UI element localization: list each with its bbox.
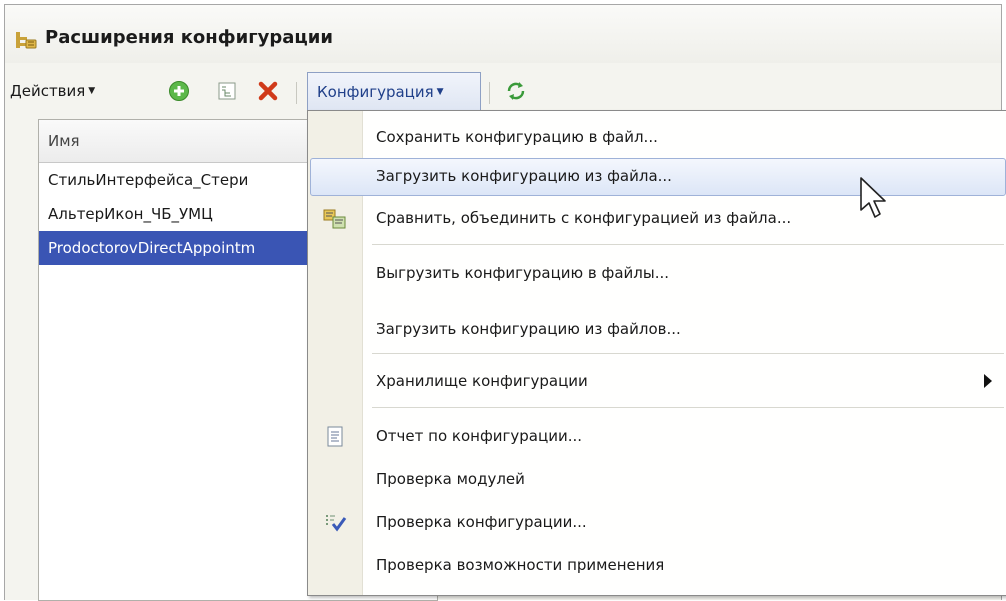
add-icon[interactable] [168, 80, 190, 102]
toolbar-separator [296, 82, 297, 104]
menu-item-label: Хранилище конфигурации [376, 372, 588, 390]
list-item-label: СтильИнтерфейса_Стери [48, 171, 249, 189]
refresh-icon[interactable] [504, 79, 528, 103]
menu-item-load-from-file[interactable]: Загрузить конфигурацию из файла... [310, 158, 1006, 196]
menu-item-label: Проверка возможности применения [376, 556, 665, 574]
list-item-label: АльтерИкон_ЧБ_УМЦ [48, 205, 213, 223]
delete-icon[interactable] [257, 80, 279, 102]
check-icon [326, 515, 347, 532]
menu-item-label: Отчет по конфигурации... [376, 427, 582, 445]
menu-item-save-to-file[interactable]: Сохранить конфигурацию в файл... [310, 119, 1006, 157]
menu-item-label: Сохранить конфигурацию в файл... [376, 128, 658, 146]
column-header-label: Имя [48, 132, 80, 150]
properties-icon[interactable] [217, 81, 237, 101]
chevron-down-icon: ▼ [88, 86, 96, 96]
mouse-cursor-icon [860, 177, 886, 218]
toolbar-separator [489, 82, 490, 104]
window-titlebar: Расширения конфигурации [5, 5, 1001, 63]
menu-item-load-from-files[interactable]: Загрузить конфигурацию из файлов... [310, 311, 1006, 349]
extensions-window: Расширения конфигурации Действия ▼ Конфи… [4, 4, 1006, 601]
menu-item-label: Загрузить конфигурацию из файлов... [376, 320, 681, 338]
menu-separator [372, 407, 1004, 408]
list-item-label: ProdoctorovDirectAppointm [48, 239, 256, 257]
menu-item-label: Загрузить конфигурацию из файла... [376, 167, 672, 185]
toolbar: Действия ▼ [5, 70, 1001, 110]
menu-item-configuration-report[interactable]: Отчет по конфигурации... [310, 418, 1006, 456]
menu-item-label: Проверка конфигурации... [376, 513, 587, 531]
report-icon [327, 426, 343, 447]
menu-item-module-check[interactable]: Проверка модулей [310, 461, 1006, 499]
configuration-label: Конфигурация [317, 82, 434, 101]
menu-item-export-to-files[interactable]: Выгрузить конфигурацию в файлы... [310, 255, 1006, 293]
menu-item-label: Проверка модулей [376, 470, 525, 488]
configuration-dropdown-menu: Сохранить конфигурацию в файл... Загрузи… [307, 110, 1006, 596]
configuration-menu-button[interactable]: Конфигурация ▼ [307, 72, 481, 110]
menu-item-apply-possibility-check[interactable]: Проверка возможности применения [310, 547, 1006, 585]
menu-item-label: Выгрузить конфигурацию в файлы... [376, 264, 670, 282]
compare-icon [323, 209, 346, 229]
menu-item-label: Сравнить, объединить с конфигурацией из … [376, 209, 792, 227]
menu-item-configuration-check[interactable]: Проверка конфигурации... [310, 504, 1006, 542]
actions-label: Действия [10, 82, 86, 100]
menu-item-repository[interactable]: Хранилище конфигурации [310, 363, 1006, 401]
chevron-down-icon: ▼ [436, 86, 444, 97]
window-title: Расширения конфигурации [45, 27, 333, 48]
extensions-icon [16, 32, 37, 49]
menu-separator [372, 353, 1004, 354]
menu-separator [372, 244, 1004, 245]
submenu-arrow-icon [984, 374, 992, 388]
actions-menu-button[interactable]: Действия ▼ [10, 78, 95, 104]
menu-item-compare-merge[interactable]: Сравнить, объединить с конфигурацией из … [310, 200, 1006, 238]
